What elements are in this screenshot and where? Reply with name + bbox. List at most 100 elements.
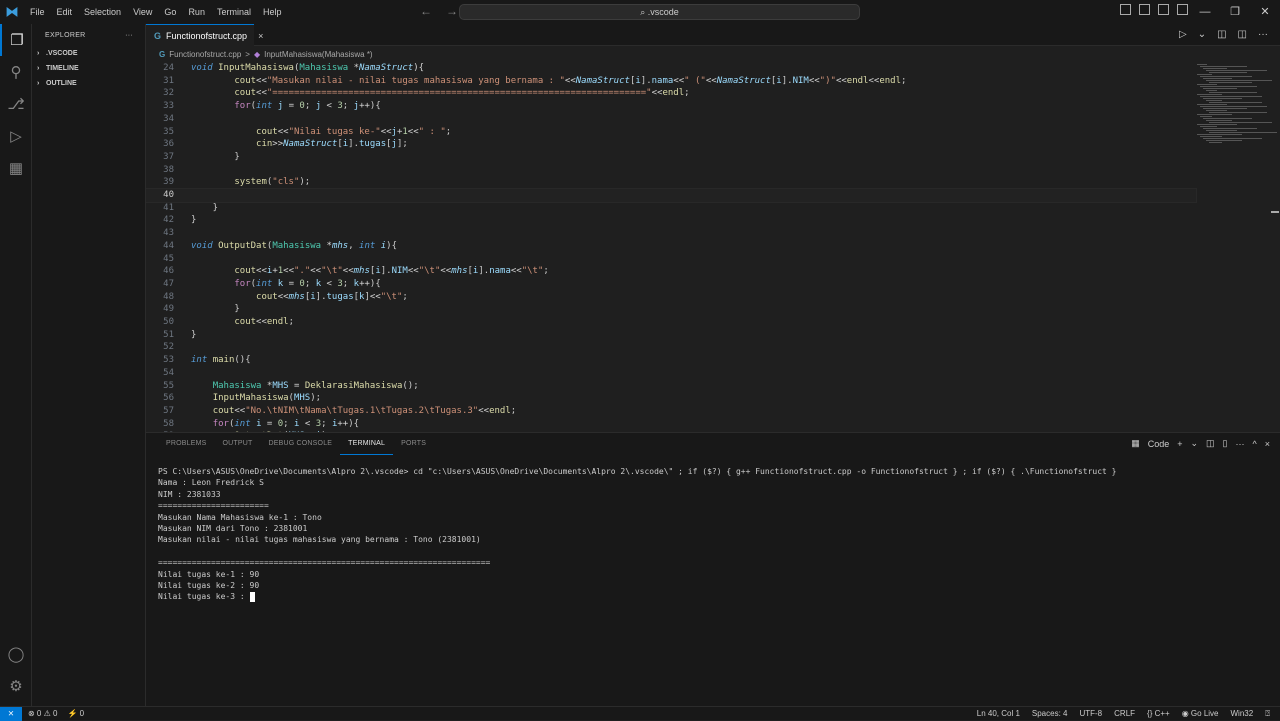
kill-terminal-icon[interactable]: ▯ bbox=[1223, 438, 1228, 449]
more-actions-icon[interactable]: ··· bbox=[1258, 29, 1268, 40]
chevron-down-icon[interactable]: ⌄ bbox=[1190, 438, 1198, 449]
run-file-icon[interactable]: ▷ bbox=[1179, 29, 1187, 40]
section-vscode[interactable]: › .VSCODE bbox=[32, 46, 145, 61]
code-line[interactable]: 47 for(int k = 0; k < 3; k++){ bbox=[146, 278, 1196, 291]
toggle-panel-icon[interactable] bbox=[1139, 4, 1150, 15]
code-line[interactable]: 54 bbox=[146, 367, 1196, 380]
code-line[interactable]: 48 cout<<mhs[i].tugas[k]<<"\t"; bbox=[146, 291, 1196, 304]
panel-tab-output[interactable]: OUTPUT bbox=[215, 433, 261, 455]
menu-run[interactable]: Run bbox=[182, 0, 211, 24]
menu-selection[interactable]: Selection bbox=[78, 0, 127, 24]
go-live-button[interactable]: ◉ Go Live bbox=[1182, 707, 1219, 720]
code-line[interactable]: 36 cin>>NamaStruct[i].tugas[j]; bbox=[146, 138, 1196, 151]
breadcrumb-symbol[interactable]: InputMahasiswa(Mahasiswa *) bbox=[264, 50, 373, 59]
line-number: 55 bbox=[163, 380, 174, 391]
forward-arrow-icon[interactable]: → bbox=[446, 4, 458, 18]
ports-count[interactable]: ⚡ 0 bbox=[67, 707, 84, 720]
toggle-sidebar-icon[interactable] bbox=[1120, 4, 1131, 15]
split-editor-icon[interactable]: ◫ bbox=[1238, 29, 1247, 40]
tab-functionofstruct[interactable]: G Functionofstruct.cpp × bbox=[146, 24, 263, 46]
end-of-line[interactable]: CRLF bbox=[1114, 707, 1135, 720]
code-line[interactable]: 51} bbox=[146, 329, 1196, 342]
code-line[interactable]: 41 } bbox=[146, 202, 1196, 215]
breadcrumb-file[interactable]: Functionofstruct.cpp bbox=[169, 50, 241, 59]
run-debug-icon[interactable]: ▷ bbox=[0, 120, 32, 152]
chevron-down-icon[interactable]: ⌄ bbox=[1198, 29, 1206, 40]
code-line[interactable]: 58 for(int i = 0; i < 3; i++){ bbox=[146, 418, 1196, 431]
menu-file[interactable]: File bbox=[24, 0, 51, 24]
menu-help[interactable]: Help bbox=[257, 0, 288, 24]
code-line[interactable]: 52 bbox=[146, 341, 1196, 354]
remote-indicator-icon[interactable]: ⨯ bbox=[0, 707, 22, 721]
back-arrow-icon[interactable]: ← bbox=[420, 4, 432, 18]
panel-tab-debug-console[interactable]: DEBUG CONSOLE bbox=[260, 433, 340, 455]
search-icon[interactable]: ⚲ bbox=[0, 56, 32, 88]
explorer-icon[interactable]: ❐ bbox=[0, 24, 32, 56]
code-line[interactable]: 37 } bbox=[146, 151, 1196, 164]
code-line[interactable]: 55 Mahasiswa *MHS = DeklarasiMahasiswa()… bbox=[146, 380, 1196, 393]
settings-gear-icon[interactable]: ⚙ bbox=[0, 670, 32, 702]
code-line[interactable]: 53 int main(){ bbox=[146, 354, 1196, 367]
code-line[interactable]: 43 bbox=[146, 227, 1196, 240]
panel-tab-problems[interactable]: PROBLEMS bbox=[158, 433, 215, 455]
code-line[interactable]: 24 void InputMahasiswa(Mahasiswa *NamaStr… bbox=[146, 62, 1196, 75]
more-actions-icon[interactable]: ··· bbox=[1236, 439, 1245, 449]
restore-icon[interactable]: ❐ bbox=[1220, 0, 1250, 24]
menu-edit[interactable]: Edit bbox=[51, 0, 79, 24]
maximize-panel-icon[interactable]: ^ bbox=[1253, 439, 1257, 449]
code-line[interactable]: 34 bbox=[146, 113, 1196, 126]
code-line[interactable]: 49 } bbox=[146, 303, 1196, 316]
section-timeline[interactable]: › TIMELINE bbox=[32, 61, 145, 76]
code-line[interactable]: 57 cout<<"No.\tNIM\tNama\tTugas.1\tTugas… bbox=[146, 405, 1196, 418]
panel-tab-terminal[interactable]: TERMINAL bbox=[340, 434, 394, 455]
code-line[interactable]: 40 bbox=[146, 188, 1197, 203]
source-control-icon[interactable]: ⎇ bbox=[0, 88, 32, 120]
line-number: 50 bbox=[163, 317, 174, 327]
section-outline[interactable]: › OUTLINE bbox=[32, 76, 145, 91]
editor-scrollbar[interactable] bbox=[1271, 211, 1279, 213]
new-terminal-icon[interactable]: + bbox=[1177, 439, 1182, 449]
split-terminal-icon[interactable]: ◫ bbox=[1206, 438, 1215, 449]
more-actions-icon[interactable]: ··· bbox=[125, 32, 133, 39]
toggle-secondary-sidebar-icon[interactable] bbox=[1158, 4, 1169, 15]
code-line[interactable]: 44 void OutputDat(Mahasiswa *mhs, int i){ bbox=[146, 240, 1196, 253]
account-icon[interactable]: ◯ bbox=[0, 638, 32, 670]
code-line[interactable]: 33 for(int j = 0; j < 3; j++){ bbox=[146, 100, 1196, 113]
panel-tab-ports[interactable]: PORTS bbox=[393, 433, 434, 455]
code-line[interactable]: 35 cout<<"Nilai tugas ke-"<<j+1<<" : "; bbox=[146, 126, 1196, 139]
menu-go[interactable]: Go bbox=[158, 0, 182, 24]
minimap[interactable] bbox=[1193, 62, 1277, 432]
code-line[interactable]: 45 bbox=[146, 253, 1196, 266]
indentation[interactable]: Spaces: 4 bbox=[1032, 707, 1068, 720]
code-line[interactable]: 46 cout<<i+1<<"."<<"\t"<<mhs[i].NIM<<"\t… bbox=[146, 265, 1196, 278]
code-line[interactable]: 56 InputMahasiswa(MHS); bbox=[146, 392, 1196, 405]
tab-label: Functionofstruct.cpp bbox=[166, 30, 248, 41]
encoding[interactable]: UTF-8 bbox=[1079, 707, 1102, 720]
menu-view[interactable]: View bbox=[127, 0, 158, 24]
menu-terminal[interactable]: Terminal bbox=[211, 0, 257, 24]
code-line[interactable]: 31 cout<<"Masukan nilai - nilai tugas ma… bbox=[146, 75, 1196, 88]
code-line[interactable]: 32 cout<<"==============================… bbox=[146, 87, 1196, 100]
command-center-search[interactable]: ⌕ .vscode bbox=[459, 4, 860, 20]
terminal-shell-label[interactable]: Code bbox=[1148, 439, 1170, 449]
code-line[interactable]: 39 system("cls"); bbox=[146, 176, 1196, 189]
platform[interactable]: Win32 bbox=[1231, 707, 1254, 720]
layout-controls bbox=[1120, 4, 1188, 15]
code-line[interactable]: 42} bbox=[146, 214, 1196, 227]
language-mode[interactable]: {} C++ bbox=[1147, 707, 1170, 720]
minimize-icon[interactable]: — bbox=[1190, 0, 1220, 24]
code-line[interactable]: 50 cout<<endl; bbox=[146, 316, 1196, 329]
code-line[interactable]: 38 bbox=[146, 164, 1196, 177]
customize-layout-icon[interactable] bbox=[1177, 4, 1188, 15]
close-window-icon[interactable]: ✕ bbox=[1250, 0, 1280, 24]
terminal-output[interactable]: PS C:\Users\ASUS\OneDrive\Documents\Alpr… bbox=[158, 466, 1116, 603]
code-text: } bbox=[191, 329, 197, 340]
code-editor[interactable]: 24 void InputMahasiswa(Mahasiswa *NamaStr… bbox=[146, 62, 1280, 432]
notifications-bell-icon[interactable]: ⍰ bbox=[1265, 707, 1270, 720]
open-changes-icon[interactable]: ◫ bbox=[1217, 29, 1226, 40]
close-panel-icon[interactable]: × bbox=[1265, 439, 1270, 449]
problems-count[interactable]: ⊗ 0 ⚠ 0 bbox=[28, 707, 57, 720]
cursor-position[interactable]: Ln 40, Col 1 bbox=[977, 707, 1020, 720]
extensions-icon[interactable]: ▦ bbox=[0, 152, 32, 184]
close-tab-icon[interactable]: × bbox=[258, 31, 263, 41]
